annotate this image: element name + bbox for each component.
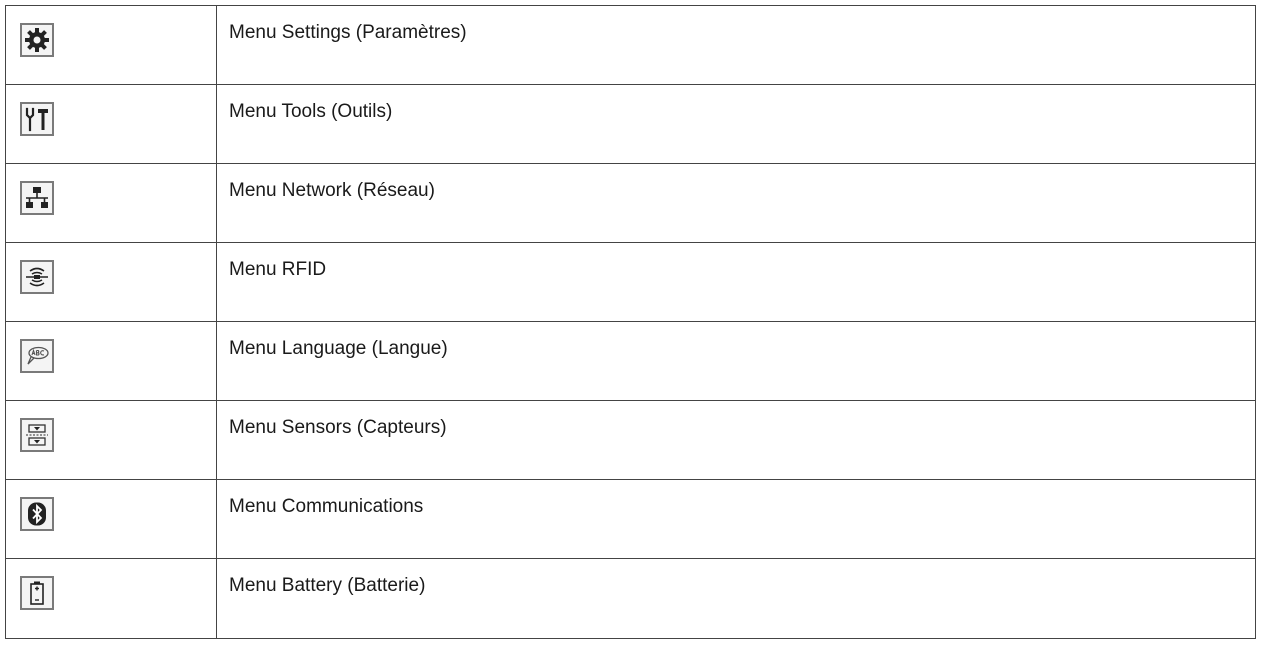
label-cell: Menu RFID <box>216 242 1256 322</box>
table-row: Menu Network (Réseau) <box>5 163 1256 243</box>
label-cell: Menu Communications <box>216 479 1256 559</box>
table-row: Menu Language (Langue) <box>5 321 1256 401</box>
battery-icon <box>20 576 54 610</box>
table-row: Menu Communications <box>5 479 1256 559</box>
label-cell: Menu Language (Langue) <box>216 321 1256 401</box>
language-icon <box>20 339 54 373</box>
table-row: Menu Settings (Paramètres) <box>5 5 1256 85</box>
sensors-icon <box>20 418 54 452</box>
rfid-icon <box>20 260 54 294</box>
label-cell: Menu Settings (Paramètres) <box>216 5 1256 85</box>
icon-cell <box>5 163 217 243</box>
label-cell: Menu Sensors (Capteurs) <box>216 400 1256 480</box>
menu-sensors-label: Menu Sensors (Capteurs) <box>229 417 447 438</box>
menu-communications-label: Menu Communications <box>229 496 424 517</box>
tools-icon <box>20 102 54 136</box>
menu-battery-label: Menu Battery (Batterie) <box>229 575 426 596</box>
menu-language-label: Menu Language (Langue) <box>229 338 448 359</box>
label-cell: Menu Tools (Outils) <box>216 84 1256 164</box>
bluetooth-icon <box>20 497 54 531</box>
table-row: Menu RFID <box>5 242 1256 322</box>
label-cell: Menu Battery (Batterie) <box>216 558 1256 639</box>
network-icon <box>20 181 54 215</box>
gear-icon <box>20 23 54 57</box>
icon-cell <box>5 400 217 480</box>
icon-cell <box>5 84 217 164</box>
menu-network-label: Menu Network (Réseau) <box>229 180 435 201</box>
label-cell: Menu Network (Réseau) <box>216 163 1256 243</box>
icon-cell <box>5 5 217 85</box>
menu-tools-label: Menu Tools (Outils) <box>229 101 393 122</box>
icon-cell <box>5 321 217 401</box>
icon-cell <box>5 479 217 559</box>
table-row: Menu Sensors (Capteurs) <box>5 400 1256 480</box>
menu-rfid-label: Menu RFID <box>229 259 327 280</box>
table-row: Menu Battery (Batterie) <box>5 558 1256 639</box>
menu-icons-table: Menu Settings (Paramètres) Menu Tools (O… <box>5 5 1256 639</box>
icon-cell <box>5 558 217 639</box>
menu-settings-label: Menu Settings (Paramètres) <box>229 22 467 43</box>
icon-cell <box>5 242 217 322</box>
table-row: Menu Tools (Outils) <box>5 84 1256 164</box>
